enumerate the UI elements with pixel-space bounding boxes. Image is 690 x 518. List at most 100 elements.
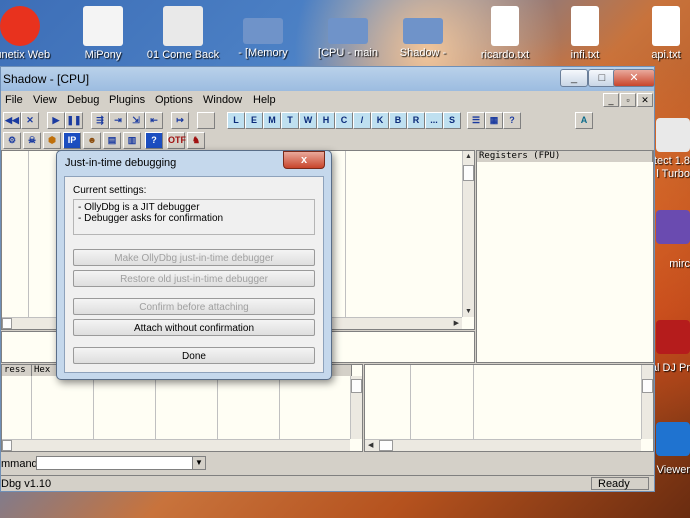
command-bar: mmand : ▼	[1, 453, 654, 474]
grid-icon[interactable]: ▦	[485, 112, 503, 129]
cpu-button[interactable]: C	[335, 112, 353, 129]
settings-icon[interactable]: ⚙	[3, 132, 21, 149]
scroll-right-arrow[interactable]: ▶	[454, 319, 459, 327]
mipony-icon	[83, 6, 123, 46]
column-divider	[217, 376, 218, 439]
menu-file[interactable]: File	[5, 94, 23, 106]
vertical-scrollbar[interactable]	[641, 365, 653, 439]
desktop-icon-come-back[interactable]: 01 Come Back	[143, 4, 223, 61]
registers-pane[interactable]: Registers (FPU)	[476, 150, 654, 363]
menu-options[interactable]: Options	[155, 94, 193, 106]
text-file-icon	[571, 6, 599, 46]
stack-pane[interactable]: ◀	[364, 364, 654, 452]
mdi-restore-button[interactable]: ▫	[620, 93, 636, 107]
call-stack-button[interactable]: K	[371, 112, 389, 129]
restart-button[interactable]: ◀◀	[3, 112, 21, 129]
desktop-icon-infi-txt[interactable]: infi.txt	[545, 4, 625, 61]
scrollbar-thumb[interactable]	[2, 440, 12, 451]
close-button[interactable]: ✕	[613, 69, 655, 87]
menu-view[interactable]: View	[33, 94, 57, 106]
menu-debug[interactable]: Debug	[67, 94, 99, 106]
executables-button[interactable]: E	[245, 112, 263, 129]
font-icon[interactable]: A	[575, 112, 593, 129]
maximize-button[interactable]: □	[588, 69, 616, 87]
desktop-icon-shadow[interactable]: Shadow -	[383, 4, 463, 59]
table-icon[interactable]: ▤	[103, 132, 121, 149]
desktop-icon-mipony[interactable]: MiPony	[63, 4, 143, 61]
desktop-icon-ricardo-txt[interactable]: ricardo.txt	[465, 4, 545, 61]
execute-till-return-button[interactable]: ↦	[171, 112, 189, 129]
windows-button[interactable]: W	[299, 112, 317, 129]
window-titlebar[interactable]: Shadow - [CPU] _ □ ✕	[1, 67, 655, 91]
desktop-icon-api-txt[interactable]: api.txt	[626, 4, 690, 61]
menu-plugins[interactable]: Plugins	[109, 94, 145, 106]
run-trace-button[interactable]: ...	[425, 112, 443, 129]
mdi-minimize-button[interactable]: _	[603, 93, 619, 107]
grid-view-icon[interactable]: ▥	[123, 132, 141, 149]
confirm-before-attaching-button[interactable]: Confirm before attaching	[73, 298, 315, 315]
face-icon[interactable]: ☻	[83, 132, 101, 149]
step-over-button[interactable]: ⇥	[109, 112, 127, 129]
desktop-icon-memory[interactable]: - [Memory	[223, 4, 303, 59]
patches-button[interactable]: /	[353, 112, 371, 129]
run-button[interactable]: ▶	[47, 112, 65, 129]
scroll-left-arrow[interactable]: ◀	[368, 441, 373, 449]
dump-header-address[interactable]: ress	[2, 365, 32, 376]
virtual-dj-icon[interactable]	[656, 320, 690, 354]
desktop-icon-label: api.txt	[651, 49, 681, 61]
source-button[interactable]: S	[443, 112, 461, 129]
goto-button[interactable]	[197, 112, 215, 129]
current-settings-label: Current settings:	[73, 185, 147, 196]
ip-icon[interactable]: IP	[63, 132, 81, 149]
horizontal-scrollbar[interactable]	[2, 439, 350, 451]
dialog-close-button[interactable]: x	[283, 151, 325, 169]
mirc-icon[interactable]	[656, 210, 690, 244]
question-icon[interactable]: ?	[145, 132, 163, 149]
desktop-icon-label: [CPU - main	[318, 47, 378, 59]
mdi-close-button[interactable]: ✕	[637, 93, 653, 107]
trace-over-button[interactable]: ⇤	[145, 112, 163, 129]
list-icon[interactable]: ☰	[467, 112, 485, 129]
trace-into-button[interactable]: ⇲	[127, 112, 145, 129]
text-file-icon	[491, 6, 519, 46]
handles-button[interactable]: H	[317, 112, 335, 129]
done-button[interactable]: Done	[73, 347, 315, 364]
pause-button[interactable]: ❚❚	[65, 112, 83, 129]
scrollbar-thumb[interactable]	[351, 379, 362, 393]
skull-icon[interactable]: ☠	[23, 132, 41, 149]
menu-help[interactable]: Help	[253, 94, 276, 106]
otf-icon[interactable]: OTF	[167, 132, 186, 149]
scrollbar-thumb[interactable]	[463, 165, 474, 181]
scroll-down-arrow[interactable]: ▼	[465, 308, 472, 315]
scrollbar-thumb[interactable]	[379, 440, 393, 451]
horizontal-scrollbar[interactable]: ◀	[365, 439, 641, 451]
step-into-button[interactable]: ⇶	[91, 112, 109, 129]
memory-button[interactable]: M	[263, 112, 281, 129]
vertical-scrollbar[interactable]	[350, 376, 362, 439]
help-icon[interactable]: ?	[503, 112, 521, 129]
cube-icon[interactable]: ⬢	[43, 132, 61, 149]
scroll-up-arrow[interactable]: ▲	[465, 153, 472, 160]
references-button[interactable]: R	[407, 112, 425, 129]
minimize-button[interactable]: _	[560, 69, 588, 87]
threads-button[interactable]: T	[281, 112, 299, 129]
desktop-icon-cpu-main[interactable]: [CPU - main	[308, 4, 388, 59]
close-program-button[interactable]: ✕	[21, 112, 39, 129]
log-window-button[interactable]: L	[227, 112, 245, 129]
plugin-icon[interactable]: ♞	[187, 132, 205, 149]
breakpoints-button[interactable]: B	[389, 112, 407, 129]
column-divider	[31, 376, 32, 439]
teamviewer-icon[interactable]	[656, 422, 690, 456]
scrollbar-thumb[interactable]	[2, 318, 12, 329]
acunetix-icon	[0, 6, 40, 46]
scrollbar-thumb[interactable]	[642, 379, 653, 393]
desktop-icon-acunetix[interactable]: cunetix Web	[0, 4, 60, 61]
vertical-scrollbar[interactable]: ▼ ▲	[462, 151, 474, 317]
protect-app-icon[interactable]	[656, 118, 690, 152]
chevron-down-icon[interactable]: ▼	[192, 457, 205, 469]
menu-window[interactable]: Window	[203, 94, 242, 106]
make-jit-debugger-button[interactable]: Make OllyDbg just-in-time debugger	[73, 249, 315, 266]
restore-old-jit-button[interactable]: Restore old just-in-time debugger	[73, 270, 315, 287]
command-input[interactable]: ▼	[36, 456, 206, 470]
attach-without-confirmation-button[interactable]: Attach without confirmation	[73, 319, 315, 336]
